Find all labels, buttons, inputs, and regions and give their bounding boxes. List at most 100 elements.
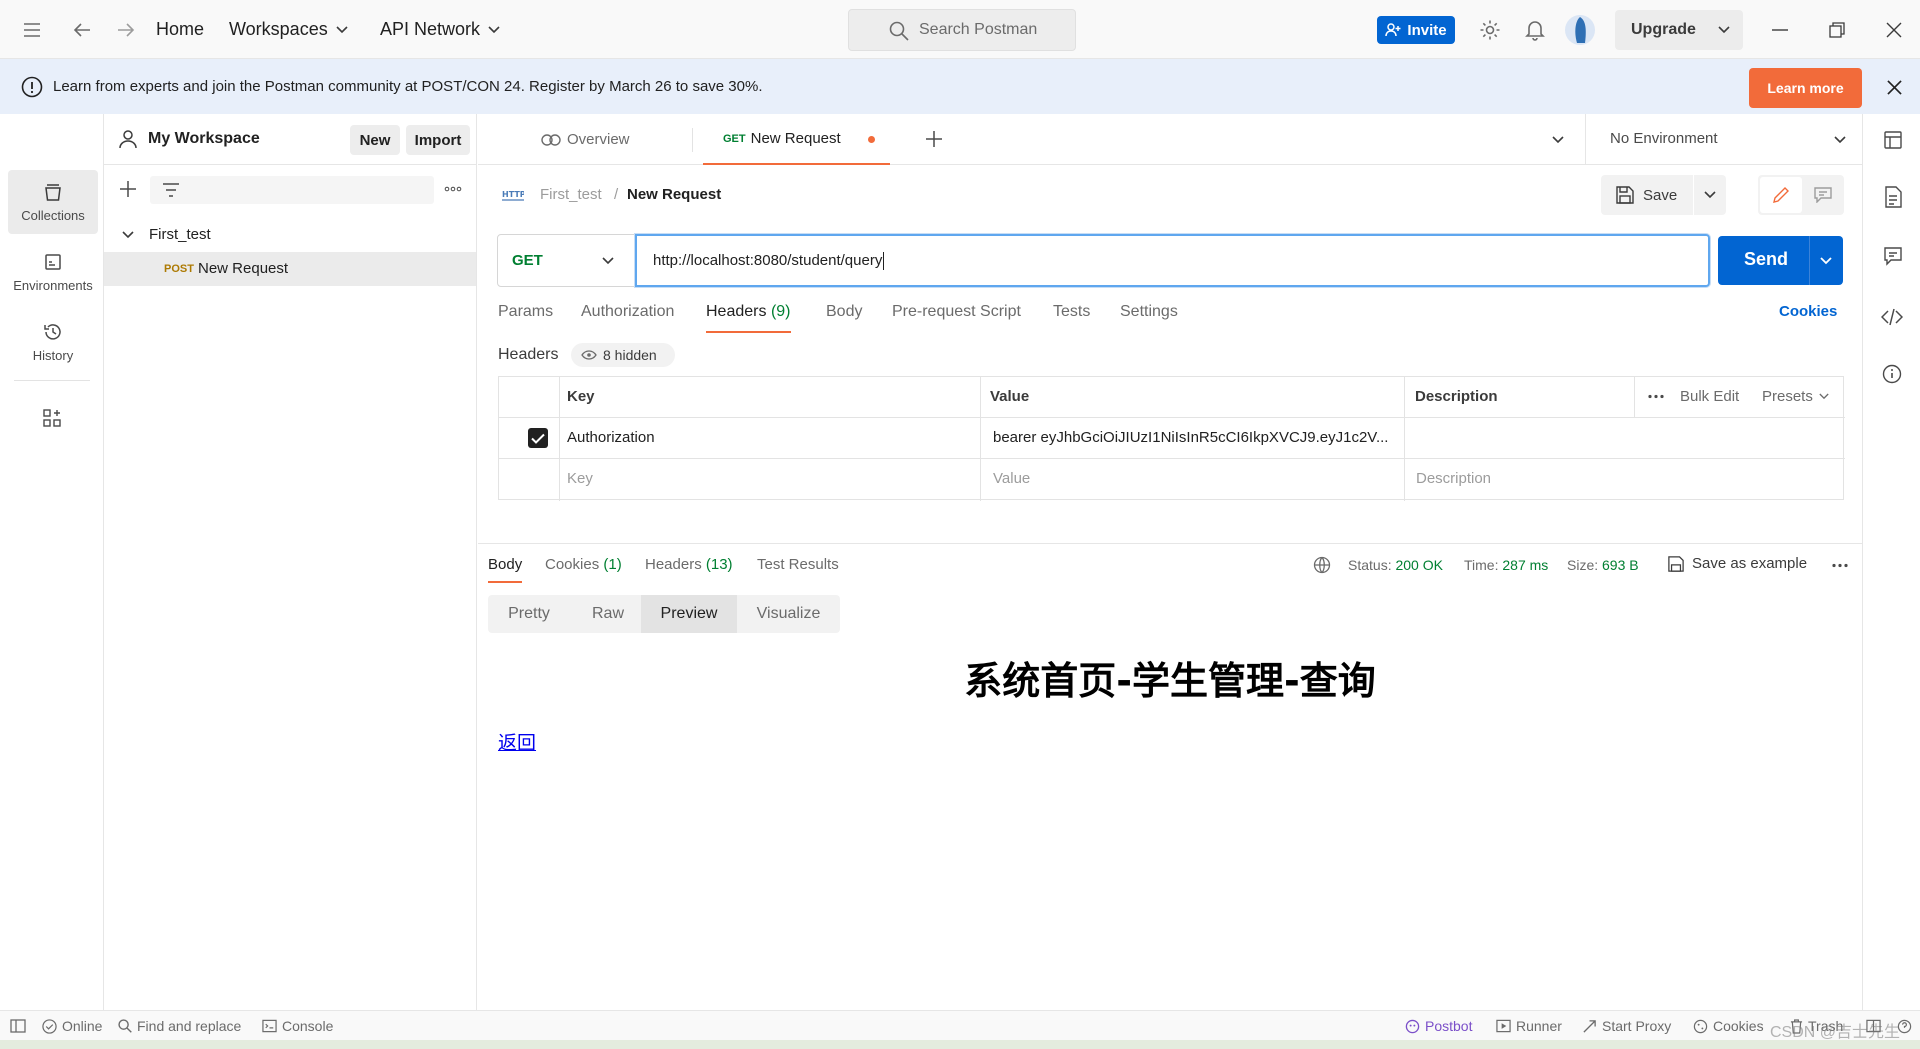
tab-settings[interactable]: Settings xyxy=(1120,303,1178,321)
response-tab-cookies[interactable]: Cookies (1) xyxy=(545,556,622,573)
start-proxy-button[interactable]: Start Proxy xyxy=(1582,1011,1671,1041)
rail-environments[interactable]: Environments xyxy=(8,240,98,304)
preview-back-link[interactable]: 返回 xyxy=(498,728,536,755)
response-tab-headers[interactable]: Headers (13) xyxy=(645,556,733,573)
response-size[interactable]: Size: 693 B xyxy=(1567,557,1639,573)
rail-history[interactable]: History xyxy=(8,310,98,374)
chevron-down-icon[interactable] xyxy=(1820,257,1832,265)
tab-overview[interactable]: Overview xyxy=(541,114,630,165)
new-value-input[interactable]: Value xyxy=(993,470,1030,487)
learn-more-button[interactable]: Learn more xyxy=(1749,68,1862,108)
new-key-input[interactable]: Key xyxy=(567,470,593,487)
search-input[interactable]: Search Postman xyxy=(848,9,1076,51)
menu-icon[interactable] xyxy=(20,18,44,42)
settings-gear-icon[interactable] xyxy=(1478,18,1502,42)
url-input[interactable]: http://localhost:8080/student/query xyxy=(635,234,1710,287)
eye-icon xyxy=(581,350,597,360)
request-item[interactable]: POST New Request xyxy=(104,252,476,286)
new-tab-plus-icon[interactable] xyxy=(925,130,943,148)
view-pretty[interactable]: Pretty xyxy=(488,595,570,633)
unsaved-dot-icon xyxy=(868,136,875,143)
send-button[interactable]: Send xyxy=(1718,236,1843,285)
runner-button[interactable]: Runner xyxy=(1496,1011,1562,1041)
avatar[interactable] xyxy=(1565,15,1595,45)
online-status[interactable]: Online xyxy=(42,1011,102,1041)
notifications-bell-icon[interactable] xyxy=(1523,18,1547,42)
rail-collections[interactable]: Collections xyxy=(8,170,98,234)
info-icon[interactable] xyxy=(1882,364,1902,384)
breadcrumb-current[interactable]: New Request xyxy=(627,186,721,203)
tab-headers[interactable]: Headers (9) xyxy=(706,303,791,333)
tab-tests[interactable]: Tests xyxy=(1053,303,1090,321)
find-replace-button[interactable]: Find and replace xyxy=(118,1011,241,1041)
new-button[interactable]: New xyxy=(350,125,400,155)
tab-params[interactable]: Params xyxy=(498,303,553,321)
globe-icon[interactable] xyxy=(1313,556,1331,574)
col-divider xyxy=(1404,377,1405,501)
table-more-icon[interactable] xyxy=(1648,394,1664,399)
bulk-edit-link[interactable]: Bulk Edit xyxy=(1680,388,1739,405)
hidden-headers-toggle[interactable]: 8 hidden xyxy=(571,343,675,367)
workspaces-menu[interactable]: Workspaces xyxy=(229,0,348,59)
minimize-icon[interactable] xyxy=(1768,18,1792,42)
row-divider xyxy=(499,417,1845,418)
new-description-input[interactable]: Description xyxy=(1416,470,1491,487)
close-window-icon[interactable] xyxy=(1882,18,1906,42)
workspace-name[interactable]: My Workspace xyxy=(148,130,260,148)
tabs-overflow-chevron-icon[interactable] xyxy=(1552,136,1564,144)
response-tab-test-results[interactable]: Test Results xyxy=(757,556,839,573)
filter-input[interactable] xyxy=(150,176,434,204)
tab-body[interactable]: Body xyxy=(826,303,862,321)
view-preview[interactable]: Preview xyxy=(641,595,737,633)
header-enabled-checkbox[interactable] xyxy=(528,428,548,448)
api-network-menu[interactable]: API Network xyxy=(380,0,500,59)
comment-mode-button[interactable] xyxy=(1804,177,1842,213)
view-visualize[interactable]: Visualize xyxy=(737,595,840,633)
invite-button[interactable]: Invite xyxy=(1377,16,1455,44)
header-value-cell[interactable]: bearer eyJhbGciOiJIUzI1NiIsInR5cCI6IkpXV… xyxy=(993,429,1388,446)
add-user-icon xyxy=(1385,23,1401,37)
edit-mode-button[interactable] xyxy=(1760,177,1802,213)
environment-selector[interactable]: No Environment xyxy=(1585,114,1862,164)
code-icon[interactable] xyxy=(1881,308,1903,326)
response-tab-body[interactable]: Body xyxy=(488,556,523,583)
environment-quicklook-icon[interactable] xyxy=(1883,130,1903,150)
response-more-icon[interactable] xyxy=(1832,563,1848,568)
breadcrumb-parent[interactable]: First_test xyxy=(540,186,602,203)
tab-authorization[interactable]: Authorization xyxy=(581,303,674,321)
toggle-sidebar-icon[interactable] xyxy=(10,1011,26,1041)
documentation-icon[interactable] xyxy=(1884,186,1902,208)
workspace-header: My Workspace New Import xyxy=(104,114,477,165)
response-time[interactable]: Time: 287 ms xyxy=(1464,557,1548,573)
comments-icon[interactable] xyxy=(1883,246,1903,266)
presets-dropdown[interactable]: Presets xyxy=(1762,388,1829,405)
cookies-link[interactable]: Cookies xyxy=(1779,303,1837,320)
collection-name: First_test xyxy=(149,226,211,243)
home-link[interactable]: Home xyxy=(156,0,204,59)
configure-sidebar-icon[interactable] xyxy=(42,408,62,428)
close-banner-icon[interactable] xyxy=(1882,77,1906,97)
upgrade-button[interactable]: Upgrade xyxy=(1615,10,1743,50)
postbot-button[interactable]: Postbot xyxy=(1405,1011,1472,1041)
view-raw[interactable]: Raw xyxy=(570,595,646,633)
restore-window-icon[interactable] xyxy=(1825,18,1849,42)
import-button[interactable]: Import xyxy=(406,125,470,155)
method-select[interactable]: GET xyxy=(497,234,635,287)
url-value: http://localhost:8080/student/query xyxy=(653,252,883,269)
forward-arrow-icon[interactable] xyxy=(114,18,138,42)
overview-icon xyxy=(541,133,561,146)
back-arrow-icon[interactable] xyxy=(70,18,94,42)
add-collection-icon[interactable] xyxy=(119,180,137,198)
more-options-icon[interactable] xyxy=(444,186,462,192)
save-dropdown-button[interactable] xyxy=(1694,175,1726,215)
invite-label: Invite xyxy=(1407,21,1447,39)
save-button[interactable]: Save xyxy=(1601,175,1693,215)
cookies-button[interactable]: Cookies xyxy=(1693,1011,1764,1041)
collection-item[interactable]: First_test xyxy=(104,218,476,252)
console-button[interactable]: Console xyxy=(262,1011,333,1041)
tab-prerequest-script[interactable]: Pre-request Script xyxy=(892,303,1021,321)
header-key-cell[interactable]: Authorization xyxy=(567,429,655,446)
tab-new-request[interactable]: GET New Request xyxy=(703,114,890,165)
presets-label: Presets xyxy=(1762,388,1813,405)
save-as-example-button[interactable]: Save as example xyxy=(1668,555,1807,572)
